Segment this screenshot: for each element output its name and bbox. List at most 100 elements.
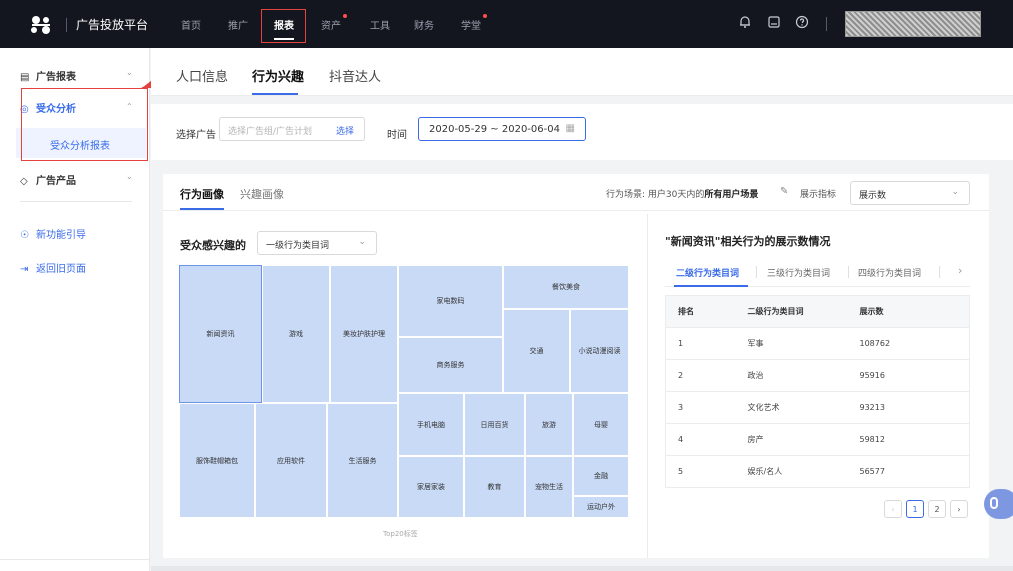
location-icon: ☉ — [20, 230, 29, 241]
tab-interest-profile[interactable]: 兴趣画像 — [240, 186, 284, 202]
treemap-tile[interactable]: 餐饮美食 — [503, 265, 629, 309]
notification-dot — [483, 14, 487, 18]
nav-assets-label: 资产 — [321, 21, 341, 32]
calendar-icon: ▦ — [565, 123, 575, 134]
treemap-tile[interactable]: 新闻资讯 — [179, 265, 262, 403]
tab-behavior-profile[interactable]: 行为画像 — [180, 186, 224, 202]
sidebar-item-ad-products[interactable]: ◇ 广告产品 — [20, 172, 76, 187]
tab-douyin-influencers[interactable]: 抖音达人 — [329, 66, 381, 85]
nav-academy-label: 学堂 — [461, 21, 481, 32]
nav-home[interactable]: 首页 — [181, 17, 201, 32]
chevron-right-icon[interactable]: › — [958, 264, 962, 277]
ad-select-button[interactable]: 选择 — [336, 124, 354, 137]
sidebar-item-label: 广告报表 — [36, 72, 76, 83]
category-level-select[interactable]: 一级行为类目词 ⌄ — [257, 231, 377, 255]
help-icon[interactable] — [794, 14, 810, 30]
category-cell: 娱乐/名人 — [735, 455, 848, 488]
detail-table: 排名 二级行为类目词 展示数 1 军事 108762 2 政治 95916 3 … — [665, 295, 970, 488]
nav-tools[interactable]: 工具 — [370, 17, 390, 32]
sidebar-item-ad-reports[interactable]: ▤ 广告报表 — [20, 68, 76, 83]
impressions-cell: 95916 — [847, 359, 970, 392]
save-icon[interactable] — [766, 14, 782, 30]
treemap-tile[interactable]: 游戏 — [262, 265, 330, 403]
date-range-picker[interactable]: 2020-05-29 ~ 2020-06-04 ▦ — [418, 117, 586, 141]
sidebar-bottom-divider — [0, 559, 150, 560]
table-row: 4 房产 59812 — [665, 423, 970, 456]
pagination-prev-button[interactable]: ‹ — [884, 500, 902, 518]
interest-title: 受众感兴趣的 — [180, 239, 246, 252]
edit-icon[interactable]: ✎ — [780, 186, 788, 197]
treemap-tile[interactable]: 手机电脑 — [398, 393, 464, 456]
treemap-tile[interactable]: 交通 — [503, 309, 570, 393]
column-header: 展示数 — [847, 295, 970, 328]
card-header-divider — [163, 210, 989, 211]
pagination-page-1[interactable]: 1 — [906, 500, 924, 518]
tab-separator — [756, 266, 757, 278]
treemap-tile[interactable]: 商务服务 — [398, 337, 503, 393]
treemap-tile[interactable]: 旅游 — [525, 393, 573, 456]
treemap-tile[interactable]: 教育 — [464, 456, 525, 518]
treemap-tile[interactable]: 金融 — [573, 456, 629, 496]
tab-demographics[interactable]: 人口信息 — [176, 66, 228, 85]
sidebar-item-label: 广告产品 — [36, 176, 76, 187]
bell-icon[interactable] — [737, 14, 753, 30]
chevron-down-icon: ⌄ — [358, 237, 366, 247]
floating-assistant-button[interactable] — [984, 489, 1013, 519]
nav-promotion[interactable]: 推广 — [228, 17, 248, 32]
treemap-caption: Top20标签 — [383, 530, 418, 538]
rank-cell: 5 — [665, 455, 736, 488]
treemap-tile[interactable]: 运动户外 — [573, 496, 629, 518]
treemap-tile[interactable]: 家电数码 — [398, 265, 503, 337]
tab-level2-category[interactable]: 二级行为类目词 — [676, 266, 739, 279]
category-cell: 军事 — [735, 327, 848, 360]
treemap-tile[interactable]: 服饰鞋帽箱包 — [179, 403, 255, 518]
column-header: 二级行为类目词 — [735, 295, 848, 328]
sidebar-divider — [20, 201, 132, 202]
exit-icon: ⇥ — [20, 264, 29, 275]
pagination-next-button[interactable]: › — [950, 500, 968, 518]
logo-icon — [31, 16, 50, 34]
impressions-cell: 59812 — [847, 423, 970, 456]
tab-level4-category[interactable]: 四级行为类目词 — [858, 266, 921, 279]
notification-dot — [343, 14, 347, 18]
behavior-scene-text: 行为场景: 用户30天内的所有用户场景 — [606, 187, 758, 200]
nav-finance[interactable]: 财务 — [414, 17, 434, 32]
pagination-page-2[interactable]: 2 — [928, 500, 946, 518]
metric-label: 展示指标 — [800, 190, 837, 200]
treemap-tile[interactable]: 家居家装 — [398, 456, 464, 518]
tab-behavior-interest[interactable]: 行为兴趣 — [252, 66, 304, 85]
sidebar-item-new-feature-guide[interactable]: ☉ 新功能引导 — [20, 226, 86, 241]
ad-select-input[interactable]: 选择广告组/广告计划 选择 — [219, 117, 365, 141]
treemap-tile[interactable]: 日用百货 — [464, 393, 525, 456]
user-account-redacted[interactable] — [845, 11, 981, 37]
ad-select-label: 选择广告 — [176, 130, 216, 141]
subtab-active-underline — [252, 93, 298, 95]
table-row: 2 政治 95916 — [665, 359, 970, 392]
top-bar: 广告投放平台 首页 推广 报表 资产 工具 财务 学堂 — [0, 0, 1013, 48]
date-range-value: 2020-05-29 ~ 2020-06-04 — [429, 124, 560, 135]
treemap-tile[interactable]: 小说动漫阅读 — [570, 309, 629, 393]
treemap-tile[interactable]: 生活服务 — [327, 403, 398, 518]
brand-title: 广告投放平台 — [76, 18, 149, 32]
metric-select[interactable]: 展示数 ⌄ — [850, 181, 970, 205]
category-cell: 政治 — [735, 359, 848, 392]
chevron-down-icon[interactable]: ⌄ — [126, 172, 133, 181]
treemap-tile[interactable]: 母婴 — [573, 393, 629, 456]
treemap-tile[interactable]: 宠物生活 — [525, 456, 573, 518]
detail-tab-underline — [674, 285, 748, 287]
treemap-tile[interactable]: 应用软件 — [255, 403, 327, 518]
table-header-row: 排名 二级行为类目词 展示数 — [665, 295, 970, 328]
table-row: 3 文化艺术 93213 — [665, 391, 970, 424]
sidebar-item-back-to-old[interactable]: ⇥ 返回旧页面 — [20, 260, 86, 275]
treemap-tile[interactable]: 美妆护肤护理 — [330, 265, 398, 403]
tab-level3-category[interactable]: 三级行为类目词 — [767, 266, 830, 279]
nav-assets[interactable]: 资产 — [321, 14, 347, 32]
detail-title: "新闻资讯"相关行为的展示数情况 — [665, 235, 831, 248]
impressions-cell: 56577 — [847, 455, 970, 488]
nav-academy[interactable]: 学堂 — [461, 14, 487, 32]
interest-treemap: 新闻资讯 游戏 美妆护肤护理 家电数码 餐饮美食 商务服务 交通 小说动漫阅读 … — [179, 265, 629, 518]
table-row: 1 军事 108762 — [665, 327, 970, 360]
category-cell: 文化艺术 — [735, 391, 848, 424]
scene-prefix: 行为场景: 用户30天内的 — [606, 190, 705, 200]
ad-select-placeholder: 选择广告组/广告计划 — [228, 127, 313, 137]
